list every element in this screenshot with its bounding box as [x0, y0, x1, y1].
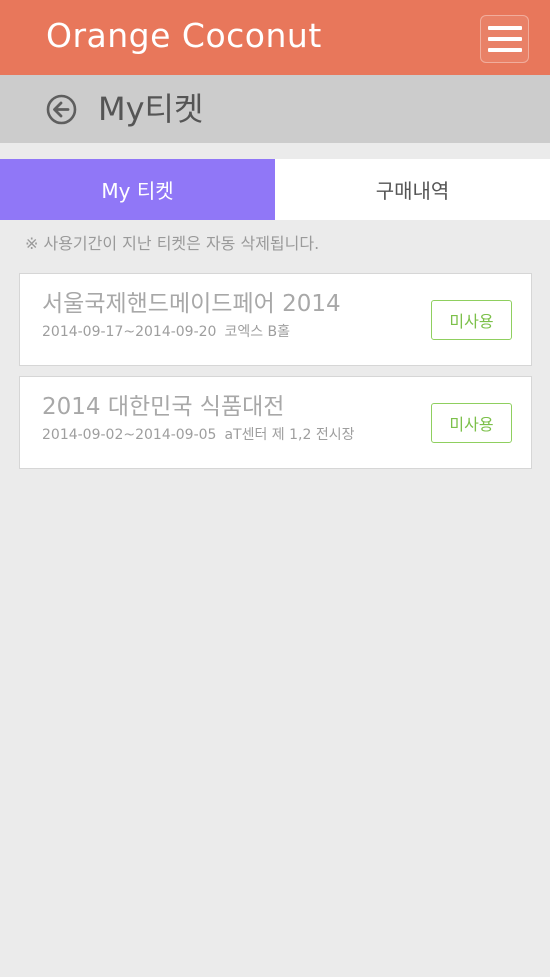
tab-my-ticket[interactable]: My 티켓: [0, 159, 275, 220]
back-button[interactable]: [46, 94, 77, 125]
menu-button[interactable]: [480, 15, 529, 63]
auto-delete-notice: ※ 사용기간이 지난 티켓은 자동 삭제됩니다.: [25, 234, 320, 253]
ticket-info: 2014-09-17~2014-09-20 코엑스 B홀: [42, 322, 290, 342]
ticket-dates: 2014-09-02~2014-09-05: [42, 427, 217, 443]
ticket-venue: 코엑스 B홀: [224, 324, 291, 340]
ticket-status-button[interactable]: 미사용: [431, 403, 512, 443]
ticket-name: 서울국제핸드메이드페어 2014: [42, 291, 341, 317]
ticket-card[interactable]: 서울국제핸드메이드페어 2014 2014-09-17~2014-09-20 코엑…: [19, 273, 532, 366]
ticket-card[interactable]: 2014 대한민국 식품대전 2014-09-02~2014-09-05 aT센터…: [19, 376, 532, 469]
tab-purchase-history[interactable]: 구매내역: [275, 159, 550, 220]
back-arrow-circle-icon: [46, 94, 77, 125]
page-title: My티켓: [98, 90, 204, 128]
ticket-status-button[interactable]: 미사용: [431, 300, 512, 340]
ticket-venue: aT센터 제 1,2 전시장: [224, 427, 355, 443]
ticket-name: 2014 대한민국 식품대전: [42, 394, 285, 420]
app-bar: Orange Coconut: [0, 0, 550, 75]
tab-bar: My 티켓 구매내역: [0, 159, 550, 220]
ticket-dates: 2014-09-17~2014-09-20: [42, 324, 217, 340]
ticket-info: 2014-09-02~2014-09-05 aT센터 제 1,2 전시장: [42, 425, 354, 445]
sub-header: My티켓: [0, 75, 550, 143]
app-title: Orange Coconut: [46, 16, 322, 55]
